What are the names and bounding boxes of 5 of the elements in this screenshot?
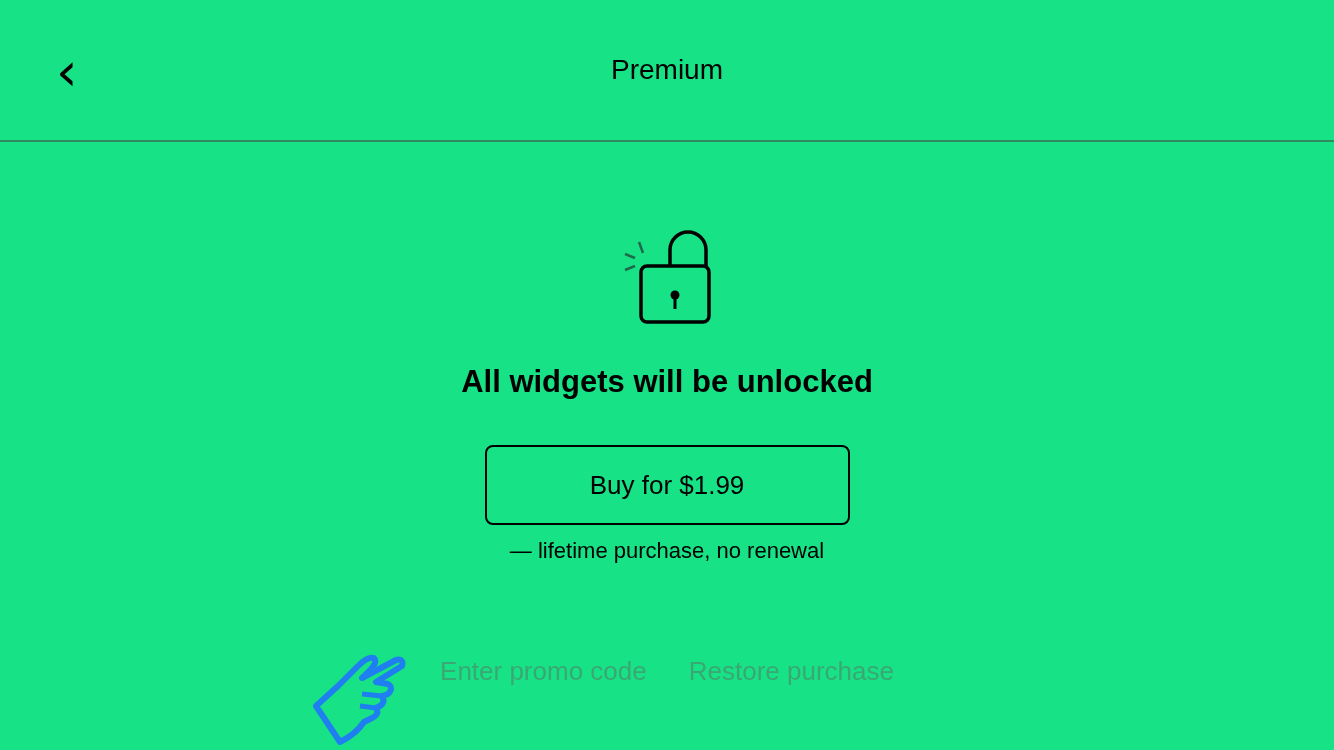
- purchase-note: — lifetime purchase, no renewal: [509, 538, 825, 564]
- buy-button[interactable]: Buy for $1.99: [484, 445, 850, 525]
- page-title: Premium: [611, 54, 723, 86]
- back-button[interactable]: ‹: [50, 50, 84, 94]
- headline: All widgets will be unlocked: [461, 364, 873, 400]
